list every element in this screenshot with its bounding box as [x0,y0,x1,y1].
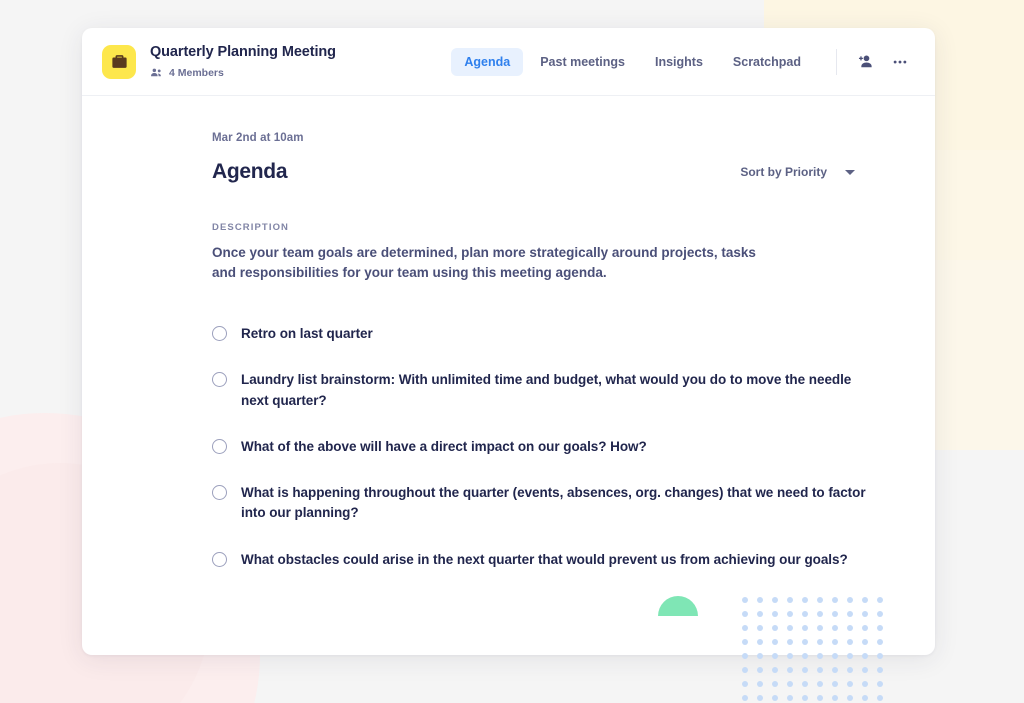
card-header: Quarterly Planning Meeting 4 Members Age… [82,28,935,96]
tab-past-meetings[interactable]: Past meetings [527,48,638,76]
meeting-card: Quarterly Planning Meeting 4 Members Age… [82,28,935,655]
header-divider [836,48,837,75]
page-title: Quarterly Planning Meeting [150,43,336,60]
add-person-icon [858,55,872,68]
chevron-down-icon [845,169,855,175]
agenda-item-list: Retro on last quarter Laundry list brain… [212,324,887,570]
more-options-button[interactable] [887,49,913,75]
agenda-item-checkbox[interactable] [212,551,227,567]
list-item[interactable]: What obstacles could arise in the next q… [212,550,887,570]
tab-bar: Agenda Past meetings Insights Scratchpad [451,47,913,76]
members-row[interactable]: 4 Members [150,66,336,79]
list-item[interactable]: Retro on last quarter [212,324,887,344]
list-item[interactable]: What is happening throughout the quarter… [212,483,887,524]
blue-dot-grid-decoration [742,597,883,703]
card-body: Mar 2nd at 10am Agenda Sort by Priority … [82,96,935,655]
tab-insights[interactable]: Insights [642,48,716,76]
sort-dropdown-label: Sort by Priority [740,165,827,179]
title-block: Quarterly Planning Meeting 4 Members [150,44,336,79]
more-horizontal-icon [893,60,907,63]
agenda-item-checkbox[interactable] [212,372,227,388]
agenda-item-label: What obstacles could arise in the next q… [241,551,848,567]
agenda-heading: Agenda [212,160,288,183]
list-item[interactable]: What of the above will have a direct imp… [212,437,887,457]
people-group-icon [151,68,161,77]
tab-agenda[interactable]: Agenda [451,47,524,76]
sort-dropdown[interactable]: Sort by Priority [740,165,887,179]
agenda-item-checkbox[interactable] [212,438,227,454]
list-item[interactable]: Laundry list brainstorm: With unlimited … [212,370,887,411]
briefcase-icon [102,44,136,79]
description-text: Once your team goals are determined, pla… [212,245,756,280]
agenda-item-label: Retro on last quarter [241,326,373,342]
description-label: DESCRIPTION [212,222,290,233]
agenda-item-label: What of the above will have a direct imp… [241,438,647,454]
agenda-item-checkbox[interactable] [212,326,227,342]
agenda-header-row: Agenda Sort by Priority [212,160,887,184]
agenda-item-checkbox[interactable] [212,485,227,501]
screen: Quarterly Planning Meeting 4 Members Age… [0,0,1024,703]
members-count-label: 4 Members [169,66,224,79]
agenda-item-label: What is happening throughout the quarter… [241,485,866,521]
agenda-item-label: Laundry list brainstorm: With unlimited … [241,372,852,408]
tab-scratchpad[interactable]: Scratchpad [720,48,814,76]
meeting-date: Mar 2nd at 10am [212,132,304,144]
add-person-button[interactable] [851,49,877,75]
